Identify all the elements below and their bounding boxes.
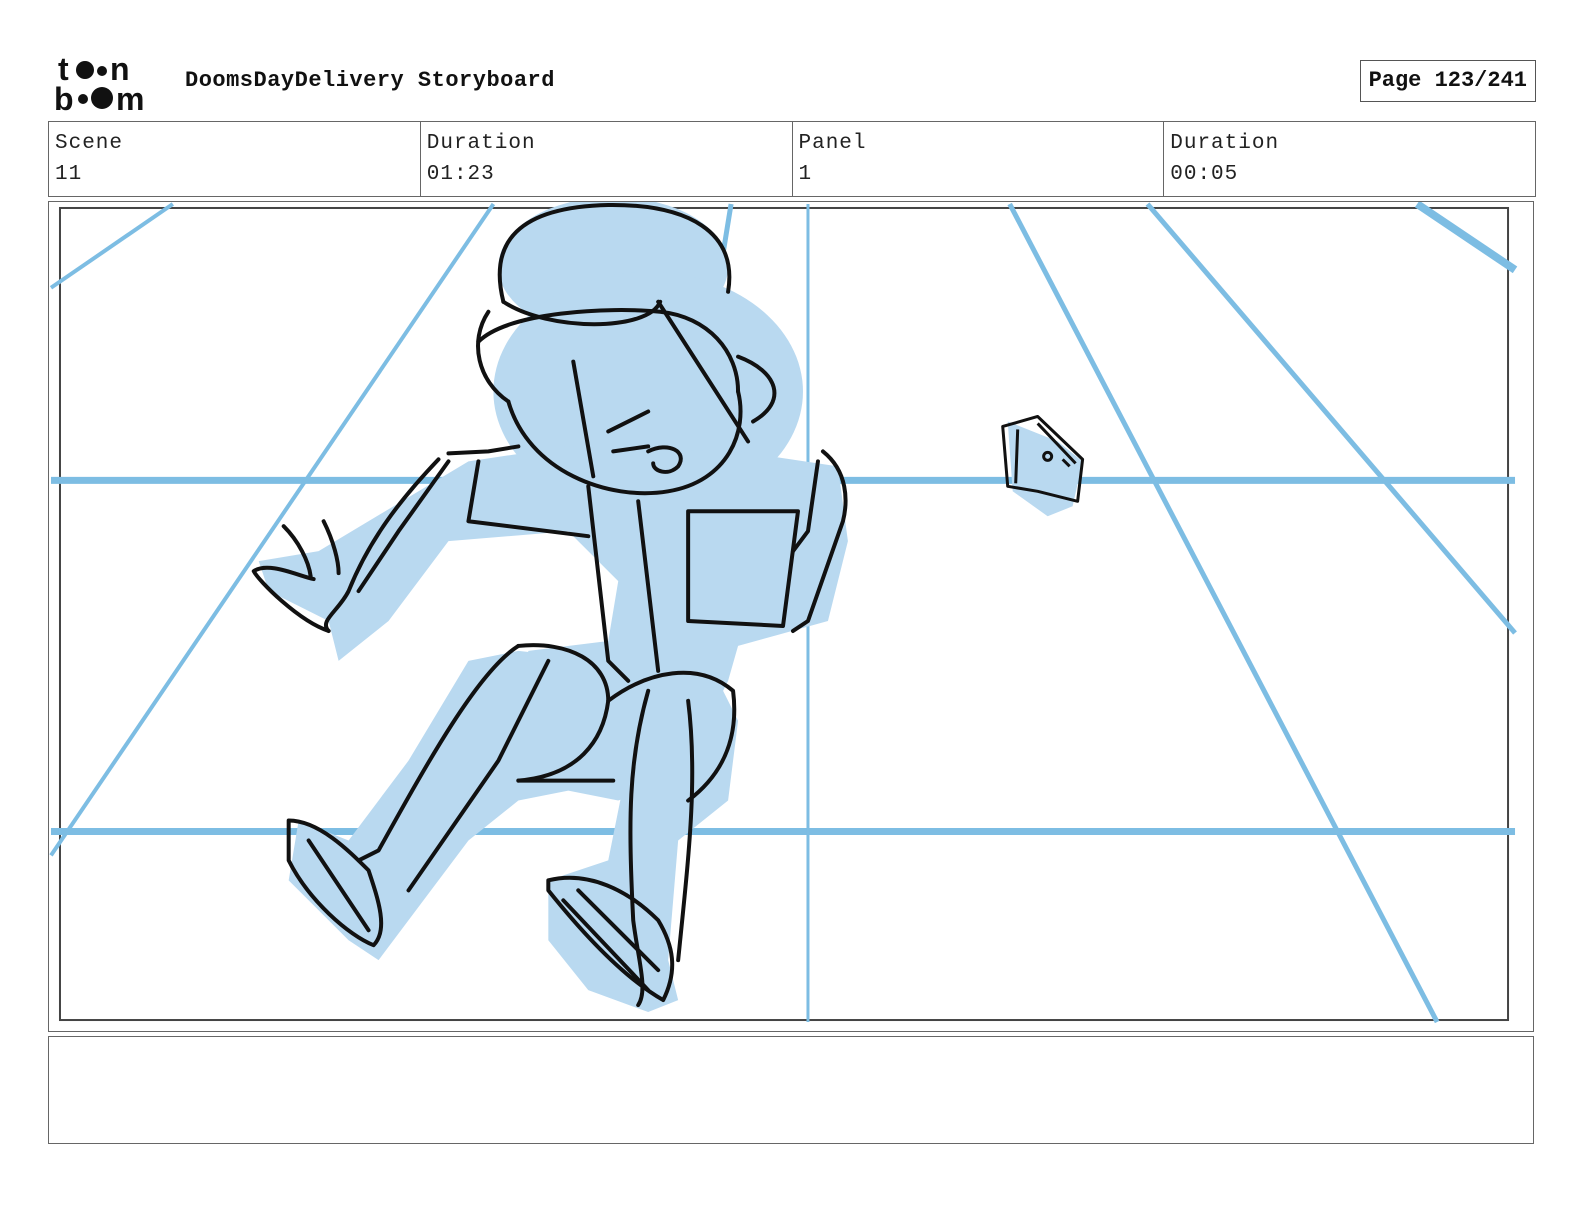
svg-text:m: m [116,81,144,114]
panel-notes-box[interactable] [48,1036,1534,1144]
toonboom-logo: t n b m [54,52,144,114]
svg-text:b: b [54,81,74,114]
scene-duration-value: 01:23 [426,163,495,186]
scene-duration-cell: Duration 01:23 [421,122,793,196]
scene-cell: Scene 11 [49,122,421,196]
storyboard-title: DoomsDayDelivery Storyboard [185,68,555,93]
panel-duration-cell: Duration 00:05 [1164,122,1535,196]
storyboard-sketch [49,202,1518,1024]
scene-duration-label: Duration [426,132,536,155]
storyboard-header: t n b m DoomsDayDelivery Storyboard Page… [48,48,1536,118]
panel-label: Panel [798,132,867,155]
panel-duration-label: Duration [1170,132,1280,155]
scene-value: 11 [55,163,83,186]
panel-image-frame [48,201,1534,1032]
scene-info-row: Scene 11 Duration 01:23 Panel 1 Duration… [48,121,1536,197]
panel-duration-value: 00:05 [1170,163,1239,186]
panel-cell: Panel 1 [793,122,1165,196]
page-indicator: Page 123/241 [1359,60,1536,102]
panel-value: 1 [798,163,813,186]
scene-label: Scene [55,132,124,155]
